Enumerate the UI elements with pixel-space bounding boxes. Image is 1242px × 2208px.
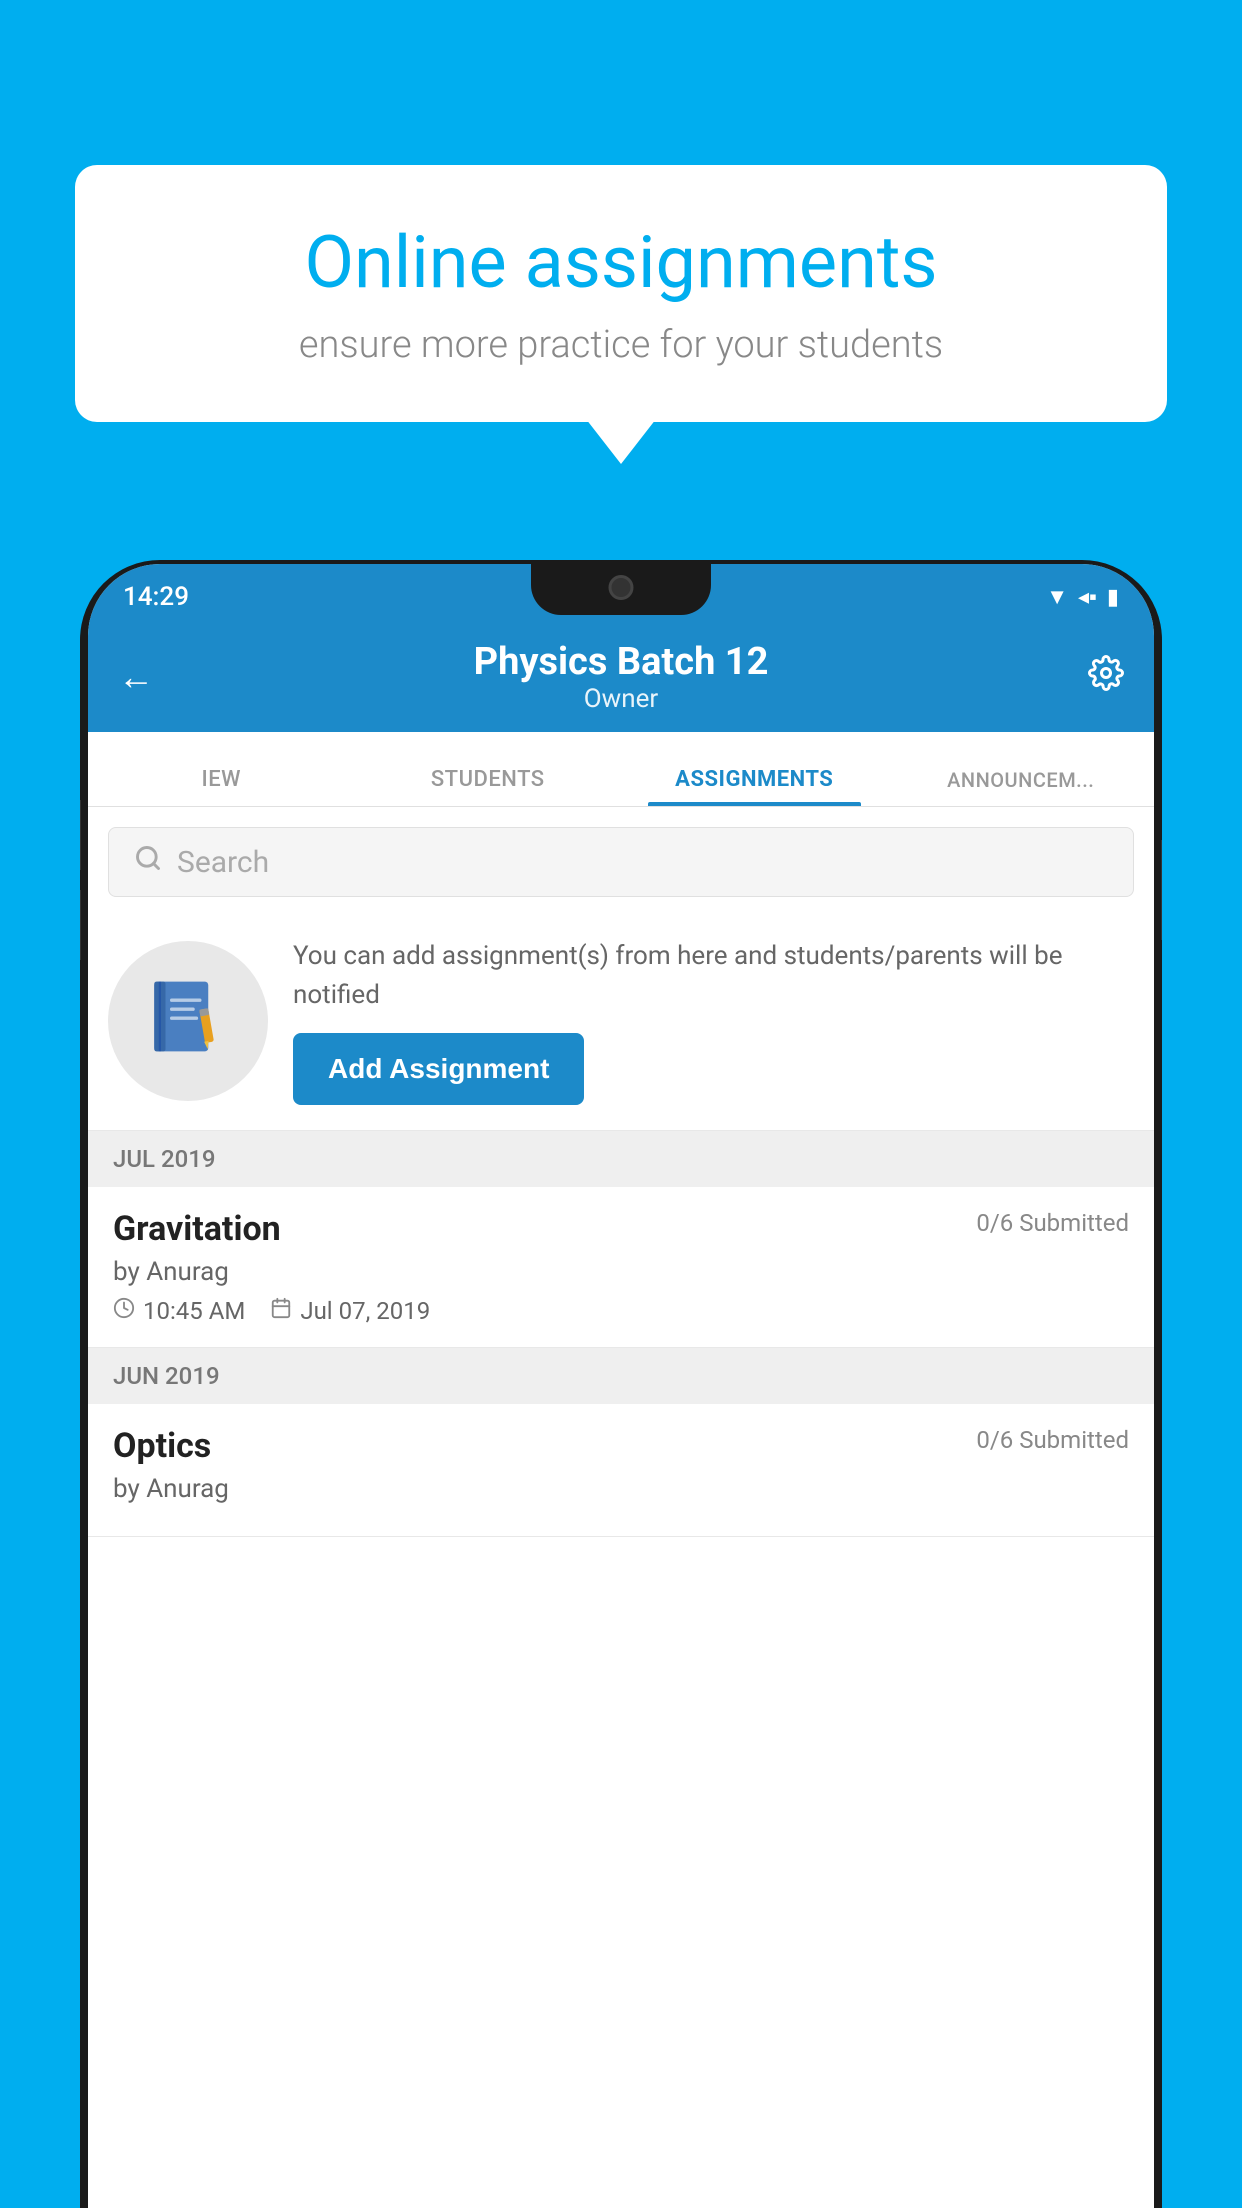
assignment-item-optics[interactable]: Optics 0/6 Submitted by Anurag: [88, 1404, 1154, 1537]
bubble-subtitle: ensure more practice for your students: [140, 323, 1102, 367]
add-assignment-button[interactable]: Add Assignment: [293, 1033, 584, 1105]
battery-icon: ▮: [1107, 585, 1119, 610]
promo-section: You can add assignment(s) from here and …: [88, 917, 1154, 1131]
tab-bar: IEW STUDENTS ASSIGNMENTS ANNOUNCEM...: [88, 732, 1154, 807]
background: Online assignments ensure more practice …: [0, 0, 1242, 2208]
assignment-name: Gravitation: [113, 1209, 281, 1249]
tab-assignments[interactable]: ASSIGNMENTS: [621, 767, 888, 806]
tab-iew[interactable]: IEW: [88, 767, 355, 806]
promo-description: You can add assignment(s) from here and …: [293, 937, 1134, 1015]
section-header-jun: JUN 2019: [88, 1348, 1154, 1404]
assignment-submitted-optics: 0/6 Submitted: [976, 1426, 1129, 1454]
assignment-meta: 10:45 AM Jul 07, 201: [113, 1297, 1129, 1325]
clock-icon: [113, 1297, 135, 1325]
assignment-name-optics: Optics: [113, 1426, 211, 1466]
speech-bubble: Online assignments ensure more practice …: [75, 165, 1167, 422]
phone-screen: 14:29 ▼ ◂▪ ▮ ← Physics Batch 12 Owner: [88, 564, 1154, 2208]
section-header-jul: JUL 2019: [88, 1131, 1154, 1187]
tab-students[interactable]: STUDENTS: [355, 767, 622, 806]
status-time: 14:29: [123, 582, 189, 612]
wifi-icon: ▼: [1046, 584, 1068, 610]
assignment-submitted: 0/6 Submitted: [976, 1209, 1129, 1237]
header-center: Physics Batch 12 Owner: [474, 640, 769, 714]
header-title: Physics Batch 12: [474, 640, 769, 684]
app-header: ← Physics Batch 12 Owner: [88, 622, 1154, 732]
calendar-icon: [270, 1297, 292, 1325]
assignment-author: by Anurag: [113, 1257, 1129, 1287]
volume-up-button: [80, 800, 81, 870]
volume-down-button: [80, 890, 81, 960]
back-button[interactable]: ←: [118, 656, 154, 698]
header-subtitle: Owner: [474, 684, 769, 714]
assignment-time: 10:45 AM: [113, 1297, 245, 1325]
assignment-top-row: Gravitation 0/6 Submitted: [113, 1209, 1129, 1249]
notebook-icon: [143, 976, 233, 1066]
assignment-top-row-optics: Optics 0/6 Submitted: [113, 1426, 1129, 1466]
settings-button[interactable]: [1088, 655, 1124, 700]
promo-icon-circle: [108, 941, 268, 1101]
power-button: [1161, 840, 1162, 940]
status-icons: ▼ ◂▪ ▮: [1046, 584, 1119, 610]
phone-notch: [531, 560, 711, 615]
assignment-date: Jul 07, 2019: [270, 1297, 430, 1325]
assignment-author-optics: by Anurag: [113, 1474, 1129, 1504]
assignment-item-gravitation[interactable]: Gravitation 0/6 Submitted by Anurag: [88, 1187, 1154, 1348]
promo-text-area: You can add assignment(s) from here and …: [293, 937, 1134, 1105]
content-area: Search: [88, 807, 1154, 1537]
tab-announcements[interactable]: ANNOUNCEM...: [888, 768, 1155, 806]
bubble-title: Online assignments: [140, 220, 1102, 305]
speech-bubble-container: Online assignments ensure more practice …: [75, 165, 1167, 422]
signal-icon: ◂▪: [1078, 584, 1097, 610]
search-placeholder-text: Search: [177, 845, 269, 880]
assignment-date-value: Jul 07, 2019: [300, 1297, 430, 1325]
front-camera: [609, 575, 634, 600]
assignment-time-value: 10:45 AM: [143, 1297, 245, 1325]
search-icon: [134, 844, 162, 880]
search-bar[interactable]: Search: [108, 827, 1134, 897]
phone-frame: 14:29 ▼ ◂▪ ▮ ← Physics Batch 12 Owner: [80, 560, 1162, 2208]
